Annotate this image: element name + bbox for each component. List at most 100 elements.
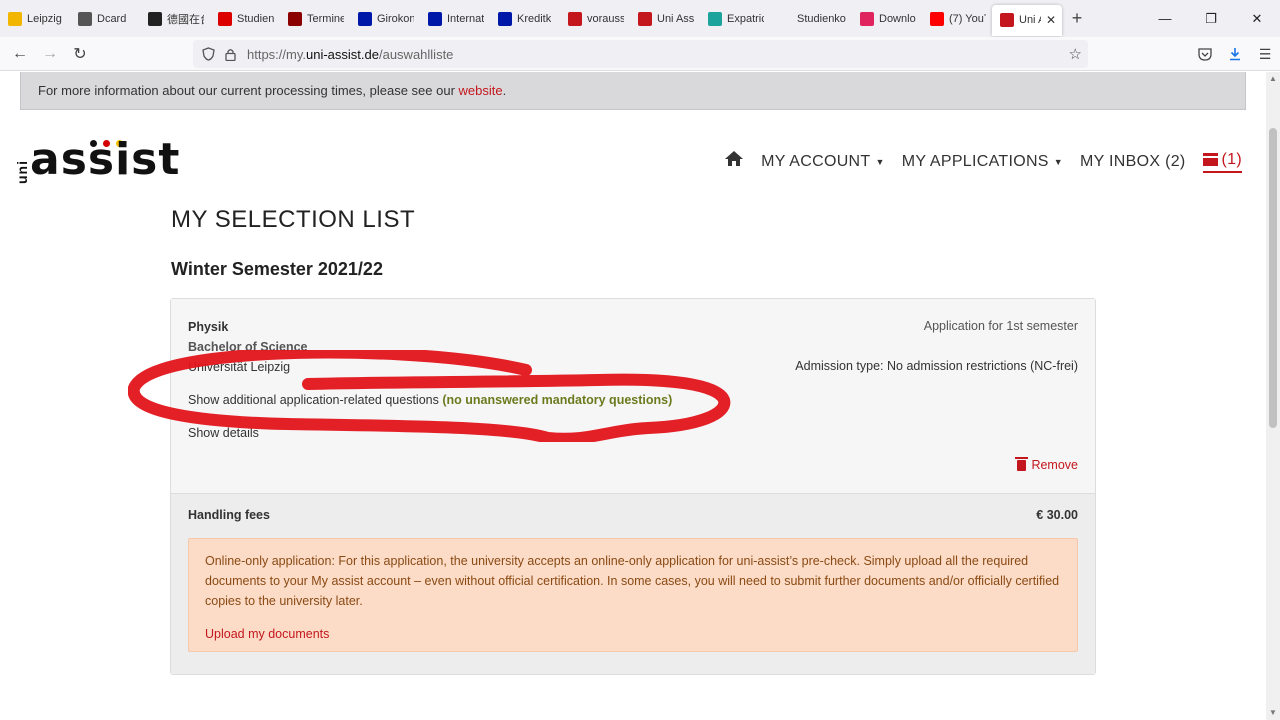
browser-tab-label: vorauss <box>587 12 624 25</box>
processing-times-notice: For more information about our current p… <box>20 72 1246 110</box>
nav-my-applications-label: MY APPLICATIONS <box>901 152 1049 170</box>
browser-tab[interactable]: Studien <box>210 0 280 37</box>
browser-tab[interactable]: (7) YouT <box>922 0 992 37</box>
browser-tab-label: Uni Ass <box>657 12 694 25</box>
blank-favicon-icon <box>778 11 792 26</box>
browser-tab[interactable]: Girokon <box>350 0 420 37</box>
browser-tab-label: Downlo <box>879 12 916 25</box>
browser-tab[interactable]: Internat <box>420 0 490 37</box>
yellow-y-favicon-icon <box>8 11 22 26</box>
alert-text: Online-only application: For this applic… <box>205 554 1060 608</box>
window-controls: — ❐ ✕ <box>1142 0 1280 37</box>
nav-my-account[interactable]: MY ACCOUNT ▼ <box>761 153 885 171</box>
subject-name: Physik <box>188 320 229 334</box>
browser-tab-label: Termine <box>307 12 344 25</box>
back-icon[interactable]: ← <box>5 39 35 69</box>
browser-tab-label: Studienkoll <box>797 12 846 25</box>
browser-tab[interactable]: Termine <box>280 0 350 37</box>
browser-tab-bar: Leipzig Dcard 德國在台 Studien Termine Girokon Int… <box>0 0 1280 37</box>
chevron-down-icon: ▼ <box>875 156 885 167</box>
heart-favicon-icon <box>860 11 874 26</box>
tu-favicon-icon <box>568 11 582 26</box>
browser-tab-label: Kreditk <box>517 12 552 25</box>
deutsche-bank-favicon-icon <box>358 11 372 26</box>
browser-tab-label: Leipzig <box>27 12 62 25</box>
browser-tab[interactable]: Uni A ✕ <box>992 4 1062 36</box>
handling-fees-label: Handling fees <box>188 508 270 522</box>
selection-list-cart[interactable]: (1) <box>1200 150 1242 173</box>
red-marker-annotation <box>128 350 731 442</box>
browser-tab[interactable]: Leipzig <box>0 0 70 37</box>
url-text: https://my.uni-assist.de/auswahlliste <box>247 46 454 62</box>
flag-favicon-icon <box>148 11 162 26</box>
browser-tab[interactable]: Dcard <box>70 0 140 37</box>
browser-nav-bar: ← → ↻ https://my.uni-assist.de/auswahlli… <box>0 37 1280 71</box>
semester-heading: Winter Semester 2021/22 <box>171 259 383 279</box>
gift-box-icon <box>1200 153 1220 166</box>
x-favicon-icon <box>708 11 722 26</box>
page-title: MY SELECTION LIST <box>171 206 416 233</box>
nav-my-inbox[interactable]: MY INBOX (2) <box>1080 153 1186 171</box>
menu-icon[interactable]: ☰ <box>1250 39 1280 69</box>
page-content: For more information about our current p… <box>0 72 1266 720</box>
logo-uni-text: uni <box>14 160 30 184</box>
reload-icon[interactable]: ↻ <box>65 39 95 69</box>
browser-tab[interactable]: Kreditk <box>490 0 560 37</box>
browser-tab-label: Dcard <box>97 12 127 25</box>
browser-tab[interactable]: 德國在台 <box>140 0 210 37</box>
browser-tab-label: (7) YouT <box>949 12 986 25</box>
online-only-alert: Online-only application: For this applic… <box>188 538 1078 652</box>
close-tab-icon[interactable]: ✕ <box>1046 13 1056 27</box>
home-icon[interactable] <box>724 150 744 173</box>
handling-fees-amount: € 30.00 <box>1036 508 1078 522</box>
forward-icon[interactable]: → <box>35 39 65 69</box>
uni-assist-logo[interactable]: uni assist <box>14 134 179 185</box>
pocket-icon[interactable] <box>1190 39 1220 69</box>
lock-icon[interactable] <box>219 48 241 61</box>
main-navigation: MY ACCOUNT ▼ MY APPLICATIONS ▼ MY INBOX (2… <box>724 150 1242 173</box>
shield-icon[interactable] <box>197 47 219 61</box>
toolbar-right: ☰ <box>1190 39 1280 69</box>
browser-tab[interactable]: Studienkoll <box>770 0 852 37</box>
scroll-up-icon[interactable]: ▲ <box>1266 72 1280 86</box>
new-tab-button[interactable]: + <box>1062 8 1092 29</box>
nav-my-applications[interactable]: MY APPLICATIONS ▼ <box>902 153 1063 171</box>
bookmark-star-icon[interactable]: ☆ <box>1069 45 1082 63</box>
restore-icon[interactable]: ❐ <box>1188 0 1234 37</box>
nav-my-account-label: MY ACCOUNT <box>761 152 871 170</box>
logo-assist-text: assist <box>30 134 181 185</box>
browser-tab[interactable]: vorauss <box>560 0 630 37</box>
minimize-icon[interactable]: — <box>1142 0 1188 37</box>
browser-tab-label: Internat <box>447 12 484 25</box>
german-flag-favicon-icon <box>218 11 232 26</box>
download-icon[interactable] <box>1220 39 1250 69</box>
close-window-icon[interactable]: ✕ <box>1234 0 1280 37</box>
remove-button[interactable]: Remove <box>1015 456 1078 472</box>
semester-label: Application for 1st semester <box>923 319 1078 333</box>
browser-tab[interactable]: Downlo <box>852 0 922 37</box>
admission-type: Admission type: No admission restriction… <box>795 359 1078 373</box>
website-link[interactable]: website <box>459 83 503 98</box>
browser-tab-label: Uni A <box>1019 14 1041 26</box>
browser-tab-label: 德國在台 <box>167 13 204 26</box>
scrollbar-thumb[interactable] <box>1269 128 1277 428</box>
browser-tab[interactable]: Uni Ass <box>630 0 700 37</box>
notice-text: For more information about our current p… <box>38 83 459 98</box>
scroll-down-icon[interactable]: ▼ <box>1266 706 1280 720</box>
chevron-down-icon: ▼ <box>1053 156 1063 167</box>
upload-documents-link[interactable]: Upload my documents <box>205 624 1061 644</box>
youtube-favicon-icon <box>930 11 944 26</box>
browser-tab[interactable]: Expatric <box>700 0 770 37</box>
address-bar[interactable]: https://my.uni-assist.de/auswahlliste ☆ <box>193 40 1088 68</box>
deutsche-bank-favicon-icon <box>498 11 512 26</box>
notice-suffix: . <box>502 83 507 98</box>
dcard-favicon-icon <box>78 11 92 26</box>
stk-favicon-icon <box>288 11 302 26</box>
browser-tab-label: Studien <box>237 12 274 25</box>
page-scrollbar[interactable]: ▲ ▼ <box>1266 72 1280 720</box>
cart-count: (1) <box>1221 150 1242 168</box>
browser-tab-label: Girokon <box>377 12 414 25</box>
uni-assist-favicon-icon <box>638 11 652 26</box>
browser-tab-label: Expatric <box>727 12 764 25</box>
deutsche-bank-favicon-icon <box>428 11 442 26</box>
